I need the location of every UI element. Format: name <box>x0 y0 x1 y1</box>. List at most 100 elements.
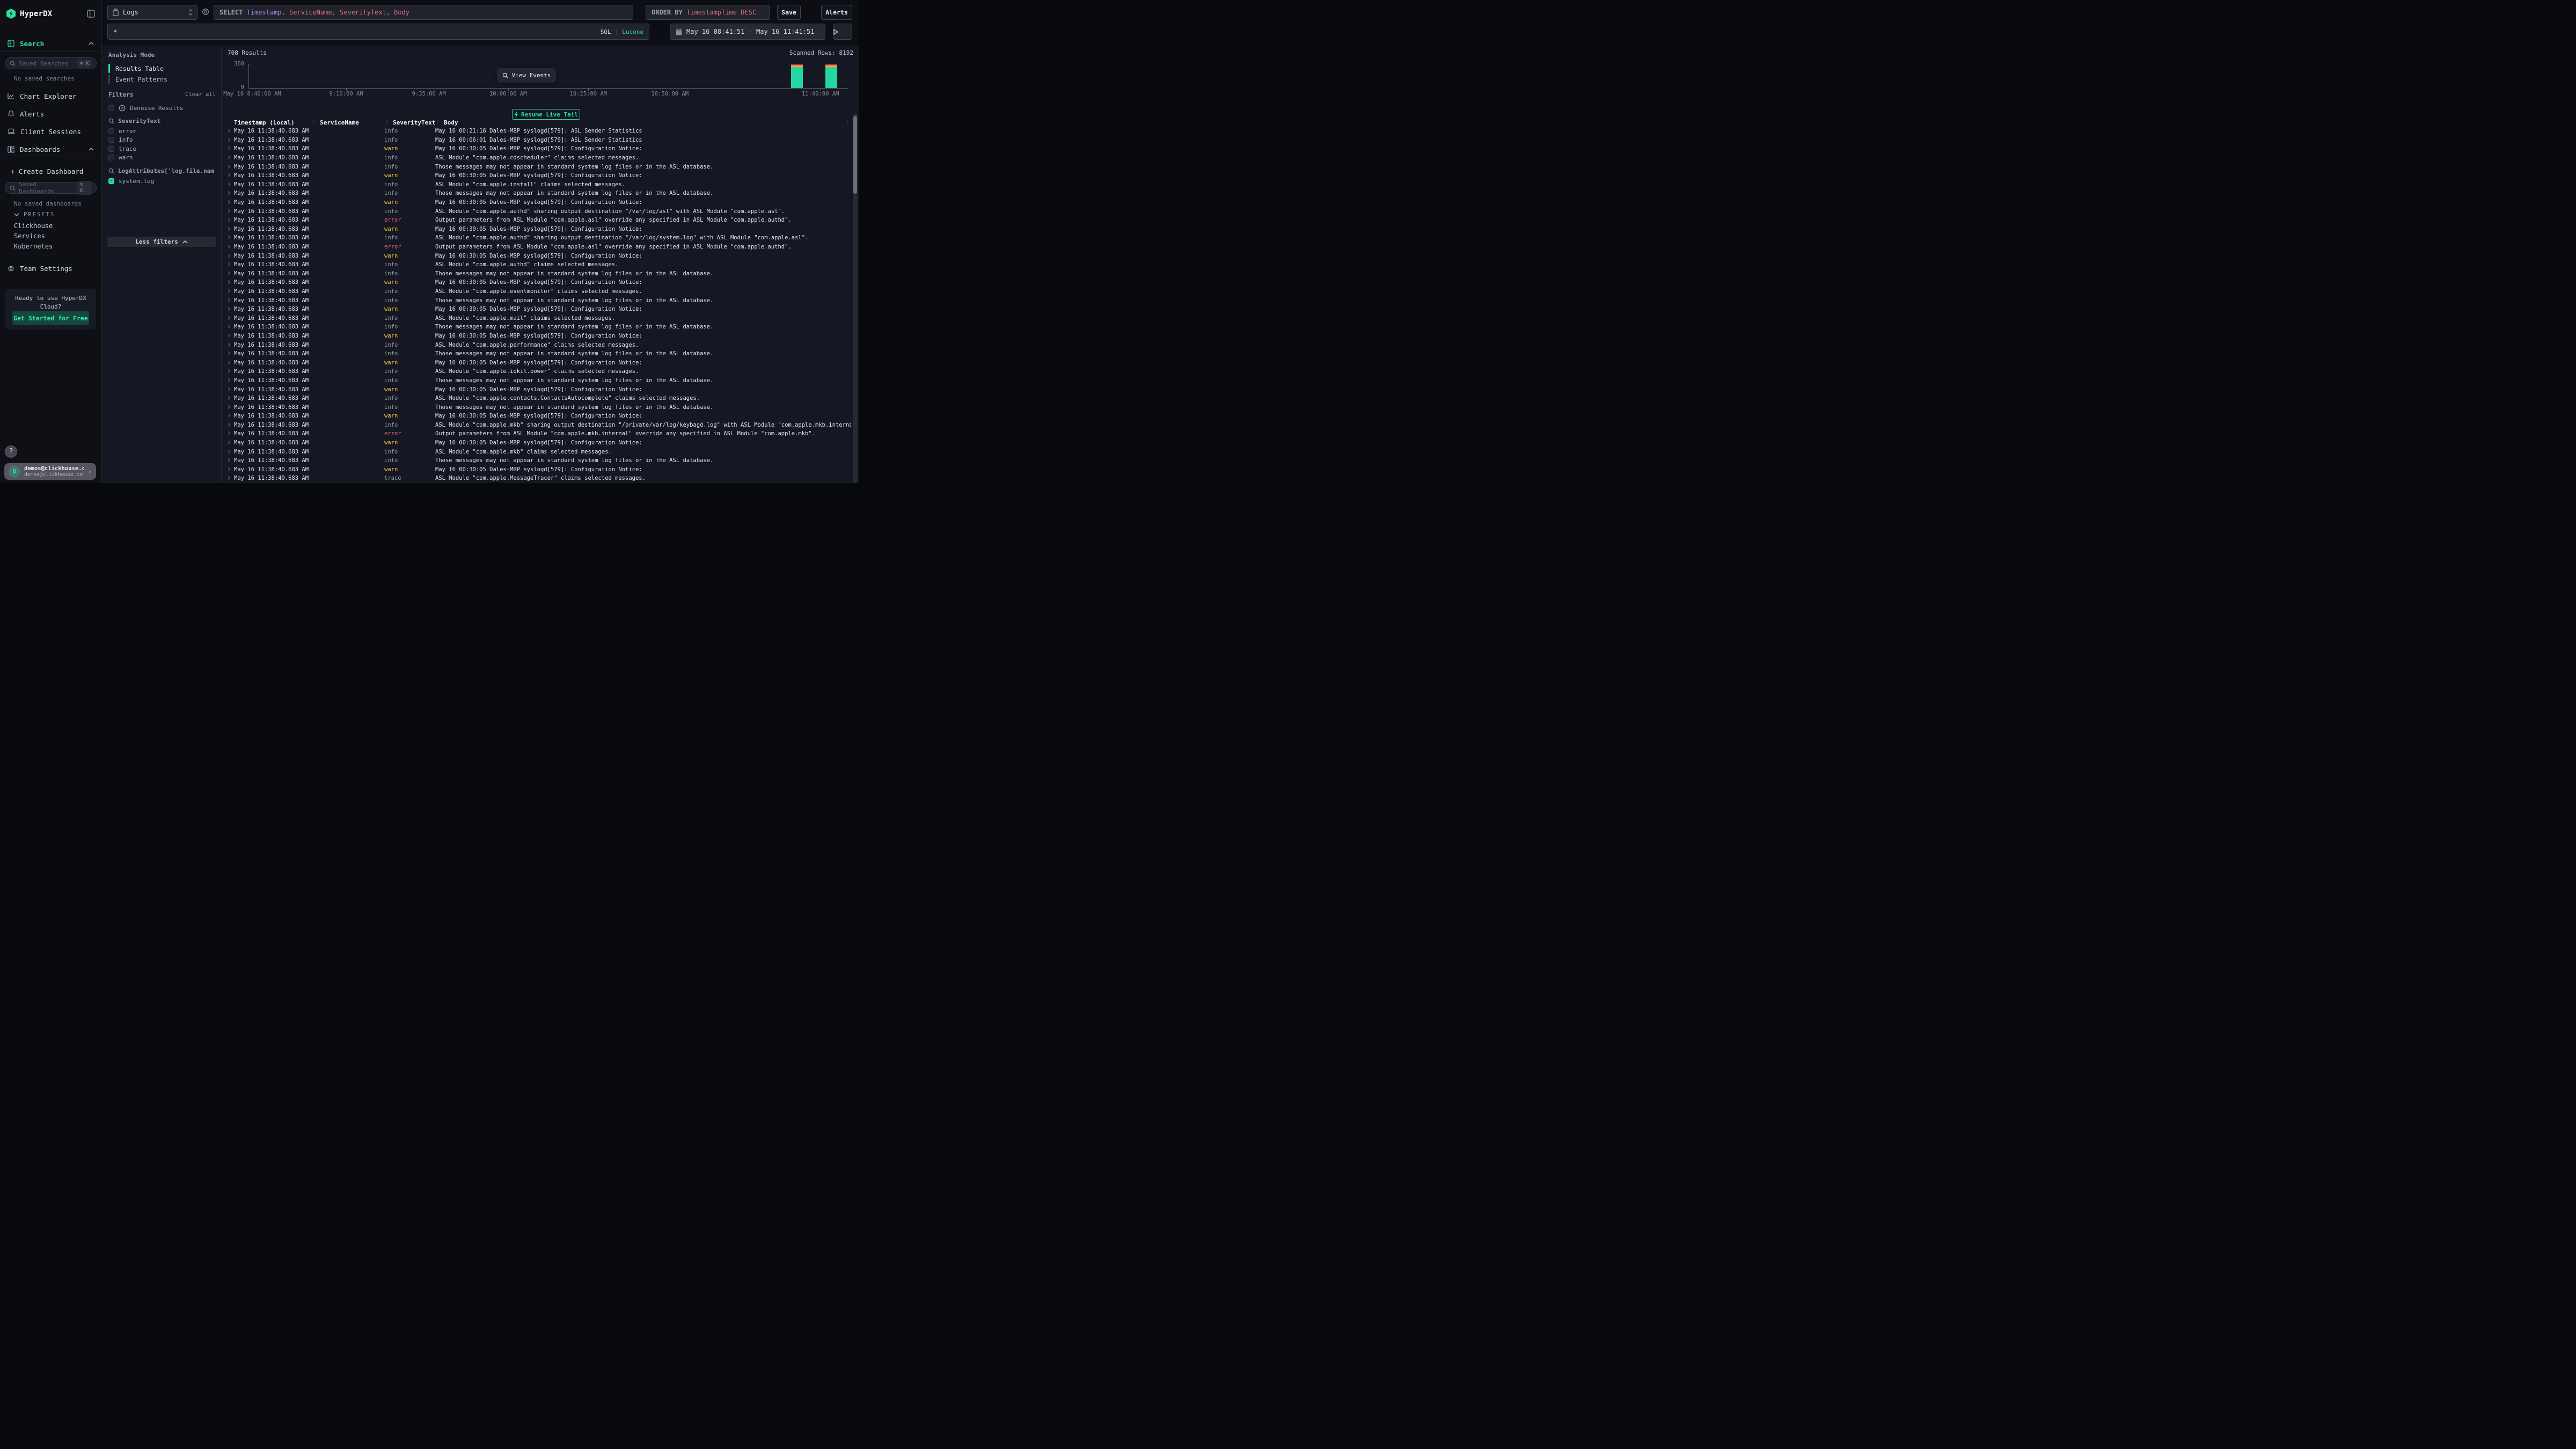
sidebar-item-search[interactable]: Search <box>0 36 101 50</box>
save-button[interactable]: Save <box>777 5 801 20</box>
filter-option-info[interactable]: info <box>108 136 217 144</box>
table-row[interactable]: ❯May 16 11:38:40.683 AMinfoASL Module "c… <box>222 367 851 376</box>
row-expand-icon[interactable]: ❯ <box>228 298 234 303</box>
table-options-icon[interactable]: ⋮ <box>844 119 850 126</box>
row-expand-icon[interactable]: ❯ <box>228 405 234 410</box>
filter-option-error[interactable]: error <box>108 127 217 135</box>
row-expand-icon[interactable]: ❯ <box>228 449 234 455</box>
row-expand-icon[interactable]: ❯ <box>228 458 234 463</box>
resume-live-tail-button[interactable]: Resume Live Tail <box>512 109 580 120</box>
table-row[interactable]: ❯May 16 11:38:40.683 AMwarnMay 16 00:30:… <box>222 465 851 474</box>
histogram-bar[interactable] <box>825 64 837 88</box>
search-query-input[interactable]: * SQL | Lucene <box>107 24 649 40</box>
column-drag-handle[interactable]: ⋮ <box>435 120 441 126</box>
checkbox[interactable] <box>108 128 114 134</box>
lucene-mode-toggle[interactable]: Lucene <box>622 28 643 35</box>
table-row[interactable]: ❯May 16 11:38:40.683 AMerrorOutput param… <box>222 243 851 252</box>
view-events-button[interactable]: View Events <box>497 68 556 83</box>
row-expand-icon[interactable]: ❯ <box>228 128 234 134</box>
row-expand-icon[interactable]: ❯ <box>228 164 234 170</box>
table-row[interactable]: ❯May 16 11:38:40.683 AMinfoASL Module "c… <box>222 207 851 216</box>
row-expand-icon[interactable]: ❯ <box>228 262 234 267</box>
table-row[interactable]: ❯May 16 11:38:40.683 AMerrorOutput param… <box>222 216 851 225</box>
table-row[interactable]: ❯May 16 11:38:40.683 AMtraceASL Module "… <box>222 474 851 483</box>
sidebar-item-dashboards[interactable]: Dashboards <box>0 142 101 156</box>
row-expand-icon[interactable]: ❯ <box>228 475 234 481</box>
table-row[interactable]: ❯May 16 11:38:40.683 AMinfoThose message… <box>222 296 851 305</box>
column-header-body[interactable]: ⋮Body <box>435 119 851 127</box>
table-row[interactable]: ❯May 16 11:38:40.683 AMwarnMay 16 00:30:… <box>222 305 851 314</box>
row-expand-icon[interactable]: ❯ <box>228 217 234 223</box>
table-row[interactable]: ❯May 16 11:38:40.683 AMinfoThose message… <box>222 162 851 171</box>
checkbox[interactable] <box>108 146 114 152</box>
row-expand-icon[interactable]: ❯ <box>228 378 234 383</box>
table-row[interactable]: ❯May 16 11:38:40.683 AMinfoThose message… <box>222 376 851 385</box>
filter-group-title[interactable]: LogAttributes['log.file.namClear <box>108 167 217 174</box>
order-by-input[interactable]: ORDER BY TimestampTime DESC <box>646 5 770 20</box>
row-expand-icon[interactable]: ❯ <box>228 253 234 259</box>
preset-services[interactable]: Services <box>14 232 45 240</box>
row-expand-icon[interactable]: ❯ <box>228 360 234 365</box>
sidebar-collapse-icon[interactable] <box>87 10 95 18</box>
column-drag-handle[interactable]: ⋮ <box>311 120 317 126</box>
table-row[interactable]: ❯May 16 11:38:40.683 AMinfoASL Module "c… <box>222 180 851 189</box>
user-menu[interactable]: D demos@clickhouse.com demos@clickhouse.… <box>4 463 96 480</box>
row-expand-icon[interactable]: ❯ <box>228 324 234 330</box>
sidebar-item-team-settings[interactable]: Team Settings <box>0 261 101 275</box>
row-expand-icon[interactable]: ❯ <box>228 191 234 196</box>
table-row[interactable]: ❯May 16 11:38:40.683 AMinfoMay 16 00:21:… <box>222 127 851 136</box>
row-expand-icon[interactable]: ❯ <box>228 289 234 294</box>
table-row[interactable]: ❯May 16 11:38:40.683 AMinfoASL Module "c… <box>222 287 851 296</box>
checkbox[interactable] <box>108 105 114 111</box>
preset-clickhouse[interactable]: Clickhouse <box>14 222 53 230</box>
scrollbar-thumb[interactable] <box>853 116 857 194</box>
table-row[interactable]: ❯May 16 11:38:40.683 AMinfoASL Module "c… <box>222 233 851 243</box>
row-expand-icon[interactable]: ❯ <box>228 351 234 356</box>
clear-all-button[interactable]: Clear all <box>185 91 216 98</box>
sql-mode-toggle[interactable]: SQL <box>601 28 611 35</box>
run-query-button[interactable] <box>833 24 852 40</box>
checkbox[interactable]: ✓ <box>108 178 114 184</box>
filter-option-warn[interactable]: warn <box>108 153 217 162</box>
table-row[interactable]: ❯May 16 11:38:40.683 AMwarnMay 16 00:30:… <box>222 278 851 287</box>
table-row[interactable]: ❯May 16 11:38:40.683 AMwarnMay 16 00:30:… <box>222 358 851 367</box>
table-row[interactable]: ❯May 16 11:38:40.683 AMinfoThose message… <box>222 349 851 358</box>
mode-event-patterns[interactable]: Event Patterns <box>108 74 216 84</box>
row-expand-icon[interactable]: ❯ <box>228 235 234 240</box>
saved-dashboards-input[interactable]: Saved Dashboards ⌘ K <box>5 182 97 194</box>
table-row[interactable]: ❯May 16 11:38:40.683 AMwarnMay 16 00:30:… <box>222 225 851 234</box>
table-row[interactable]: ❯May 16 11:38:40.683 AMinfoASL Module "c… <box>222 153 851 163</box>
table-row[interactable]: ❯May 16 11:38:40.683 AMinfoMay 16 00:06:… <box>222 136 851 145</box>
row-expand-icon[interactable]: ❯ <box>228 342 234 348</box>
table-row[interactable]: ❯May 16 11:38:40.683 AMwarnMay 16 00:30:… <box>222 438 851 448</box>
sidebar-item-client-sessions[interactable]: Client Sessions <box>0 125 101 138</box>
row-expand-icon[interactable]: ❯ <box>228 155 234 160</box>
row-expand-icon[interactable]: ❯ <box>228 146 234 151</box>
select-clause-input[interactable]: SELECT Timestamp, ServiceName, SeverityT… <box>214 5 633 20</box>
saved-searches-input[interactable]: Saved Searches ⌘ K <box>5 57 97 69</box>
row-expand-icon[interactable]: ❯ <box>228 244 234 250</box>
table-row[interactable]: ❯May 16 11:38:40.683 AMinfoASL Module "c… <box>222 394 851 403</box>
row-expand-icon[interactable]: ❯ <box>228 173 234 178</box>
create-dashboard-button[interactable]: + Create Dashboard <box>0 164 101 178</box>
row-expand-icon[interactable]: ❯ <box>228 280 234 285</box>
filter-option-system.log[interactable]: ✓system.log <box>108 177 217 185</box>
table-row[interactable]: ❯May 16 11:38:40.683 AMwarnMay 16 00:30:… <box>222 385 851 394</box>
row-expand-icon[interactable]: ❯ <box>228 431 234 436</box>
filter-option-trace[interactable]: trace <box>108 144 217 153</box>
denoise-checkbox[interactable]: Denoise Results <box>108 104 217 112</box>
mode-results-table[interactable]: Results Table <box>108 63 216 74</box>
row-expand-icon[interactable]: ❯ <box>228 333 234 339</box>
scrollbar-track[interactable] <box>853 114 858 483</box>
table-row[interactable]: ❯May 16 11:38:40.683 AMinfoASL Module "c… <box>222 447 851 456</box>
checkbox[interactable] <box>108 137 114 143</box>
histogram-bar[interactable] <box>791 64 803 88</box>
row-expand-icon[interactable]: ❯ <box>228 422 234 428</box>
column-header-severitytext[interactable]: ⋮SeverityText <box>384 119 435 127</box>
alerts-button[interactable]: Alerts <box>821 5 852 20</box>
source-select[interactable]: Logs <box>107 5 197 20</box>
row-expand-icon[interactable]: ❯ <box>228 209 234 214</box>
row-expand-icon[interactable]: ❯ <box>228 226 234 232</box>
row-expand-icon[interactable]: ❯ <box>228 200 234 205</box>
table-row[interactable]: ❯May 16 11:38:40.683 AMwarnMay 16 00:30:… <box>222 171 851 180</box>
